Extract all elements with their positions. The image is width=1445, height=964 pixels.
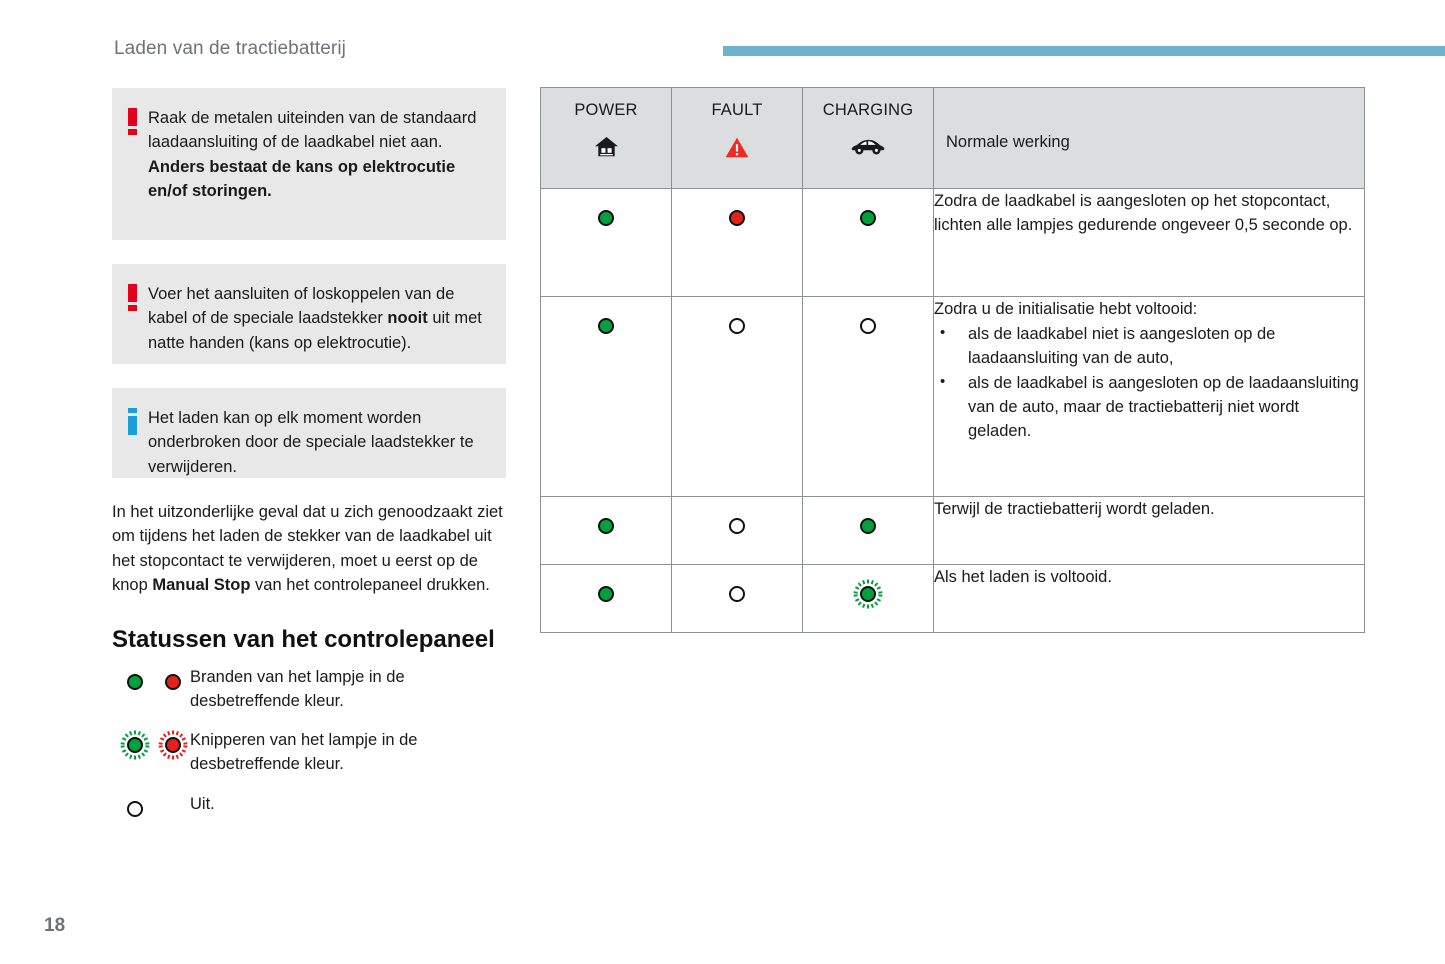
row-4-description-text: Als het laden is voltooid. <box>934 568 1112 586</box>
notice-2-bold: nooit <box>387 309 428 328</box>
row-4-fault-led <box>671 564 803 633</box>
warning-notice-2: Voer het aansluiten of loskoppelen van d… <box>112 264 506 364</box>
header-accent-rule <box>723 46 1445 56</box>
warning-notice-1-text: Raak de metalen uiteinden van de standaa… <box>148 106 490 204</box>
page-title: Laden van de tractiebatterij <box>114 38 347 59</box>
warning-triangle-icon <box>672 134 802 160</box>
legend-icons-on <box>120 667 196 697</box>
table-header-description: Normale werking <box>933 87 1365 189</box>
row-2-description-text: Zodra u de initialisatie hebt voltooid: <box>934 300 1198 318</box>
row-2-fault-led <box>671 296 803 497</box>
column-label-power: POWER <box>574 101 638 119</box>
row-3-description: Terwijl de tractiebatterij wordt geladen… <box>933 496 1365 565</box>
notice-1-bold: Anders bestaat de kans op elektrocutie e… <box>148 157 456 201</box>
page-header: Laden van de tractiebatterij <box>0 0 1445 75</box>
led-off-icon <box>120 794 150 824</box>
legend-item-off-label: Uit. <box>190 795 215 814</box>
table-header: POWER FAULT CHARGING Normale werking <box>540 87 1365 189</box>
row-2-power-led <box>540 296 672 497</box>
warning-notice-2-text: Voer het aansluiten of loskoppelen van d… <box>148 282 490 355</box>
table-row: Zodra u de initialisatie hebt voltooid: … <box>540 296 1365 497</box>
row-4-description: Als het laden is voltooid. <box>933 564 1365 633</box>
table-header-row: POWER FAULT CHARGING Normale werking <box>540 87 1365 189</box>
table-header-power: POWER <box>540 87 672 189</box>
row-3-power-led <box>540 496 672 565</box>
house-icon <box>541 134 671 160</box>
row-1-charging-led <box>802 188 934 297</box>
body-paragraph: In het uitzonderlijke geval dat u zich g… <box>112 500 506 597</box>
column-label-charging: CHARGING <box>822 101 914 119</box>
info-notice-3-text: Het laden kan op elk moment worden onder… <box>148 409 474 476</box>
info-i-icon <box>128 408 137 435</box>
row-1-power-led <box>540 188 672 297</box>
legend-item-blink: Knipperen van het lampje in de desbetref… <box>112 726 506 777</box>
legend-item-off: Uit. <box>112 790 506 836</box>
section-heading: Statussen van het controlepaneel <box>112 626 495 654</box>
table-header-description-label: Normale werking <box>946 133 1070 151</box>
legend-item-on: Branden van het lampje in de desbetreffe… <box>112 663 506 714</box>
status-legend: Branden van het lampje in de desbetreffe… <box>112 663 506 836</box>
warning-exclamation-icon <box>128 108 137 135</box>
row-1-fault-led <box>671 188 803 297</box>
body-paragraph-part2: van het controlepaneel drukken. <box>250 575 490 594</box>
row-4-charging-led <box>802 564 934 633</box>
table-row: Zodra de laadkabel is aangesloten op het… <box>540 188 1365 297</box>
table-row: Als het laden is voltooid. <box>540 564 1365 633</box>
page-number: 18 <box>44 915 66 936</box>
car-icon <box>803 134 933 160</box>
row-2-bullet-list: als de laadkabel niet is aangesloten op … <box>934 321 1364 443</box>
row-3-fault-led <box>671 496 803 565</box>
warning-notice-1: Raak de metalen uiteinden van de standaa… <box>112 88 506 240</box>
row-1-description: Zodra de laadkabel is aangesloten op het… <box>933 188 1365 297</box>
row-1-description-text: Zodra de laadkabel is aangesloten op het… <box>934 192 1353 234</box>
led-green-blink-icon <box>120 730 150 760</box>
legend-icons-off <box>120 794 196 824</box>
led-red-blink-icon <box>158 730 188 760</box>
body-paragraph-bold: Manual Stop <box>152 575 251 594</box>
column-label-fault: FAULT <box>711 101 763 119</box>
table-row: Terwijl de tractiebatterij wordt geladen… <box>540 496 1365 565</box>
warning-exclamation-icon <box>128 284 137 311</box>
legend-icons-blink <box>120 730 196 760</box>
control-panel-status-table: POWER FAULT CHARGING Normale werking Zod… <box>540 87 1365 633</box>
info-notice-3: Het laden kan op elk moment worden onder… <box>112 388 506 478</box>
led-red-on-icon <box>158 667 188 697</box>
left-content-column: Raak de metalen uiteinden van de standaa… <box>112 88 506 848</box>
list-item: als de laadkabel is aangesloten op de la… <box>934 370 1364 443</box>
row-3-charging-led <box>802 496 934 565</box>
notice-1-normal: Raak de metalen uiteinden van de standaa… <box>148 109 477 152</box>
row-3-description-text: Terwijl de tractiebatterij wordt geladen… <box>934 500 1215 518</box>
row-2-description: Zodra u de initialisatie hebt voltooid: … <box>933 296 1365 497</box>
table-header-charging: CHARGING <box>802 87 934 189</box>
led-green-on-icon <box>120 667 150 697</box>
row-4-power-led <box>540 564 672 633</box>
list-item: als de laadkabel niet is aangesloten op … <box>934 321 1364 370</box>
legend-item-on-label: Branden van het lampje in de desbetreffe… <box>190 668 405 711</box>
table-header-fault: FAULT <box>671 87 803 189</box>
table-body: Zodra de laadkabel is aangesloten op het… <box>540 188 1365 633</box>
row-2-charging-led <box>802 296 934 497</box>
legend-item-blink-label: Knipperen van het lampje in de desbetref… <box>190 730 418 774</box>
